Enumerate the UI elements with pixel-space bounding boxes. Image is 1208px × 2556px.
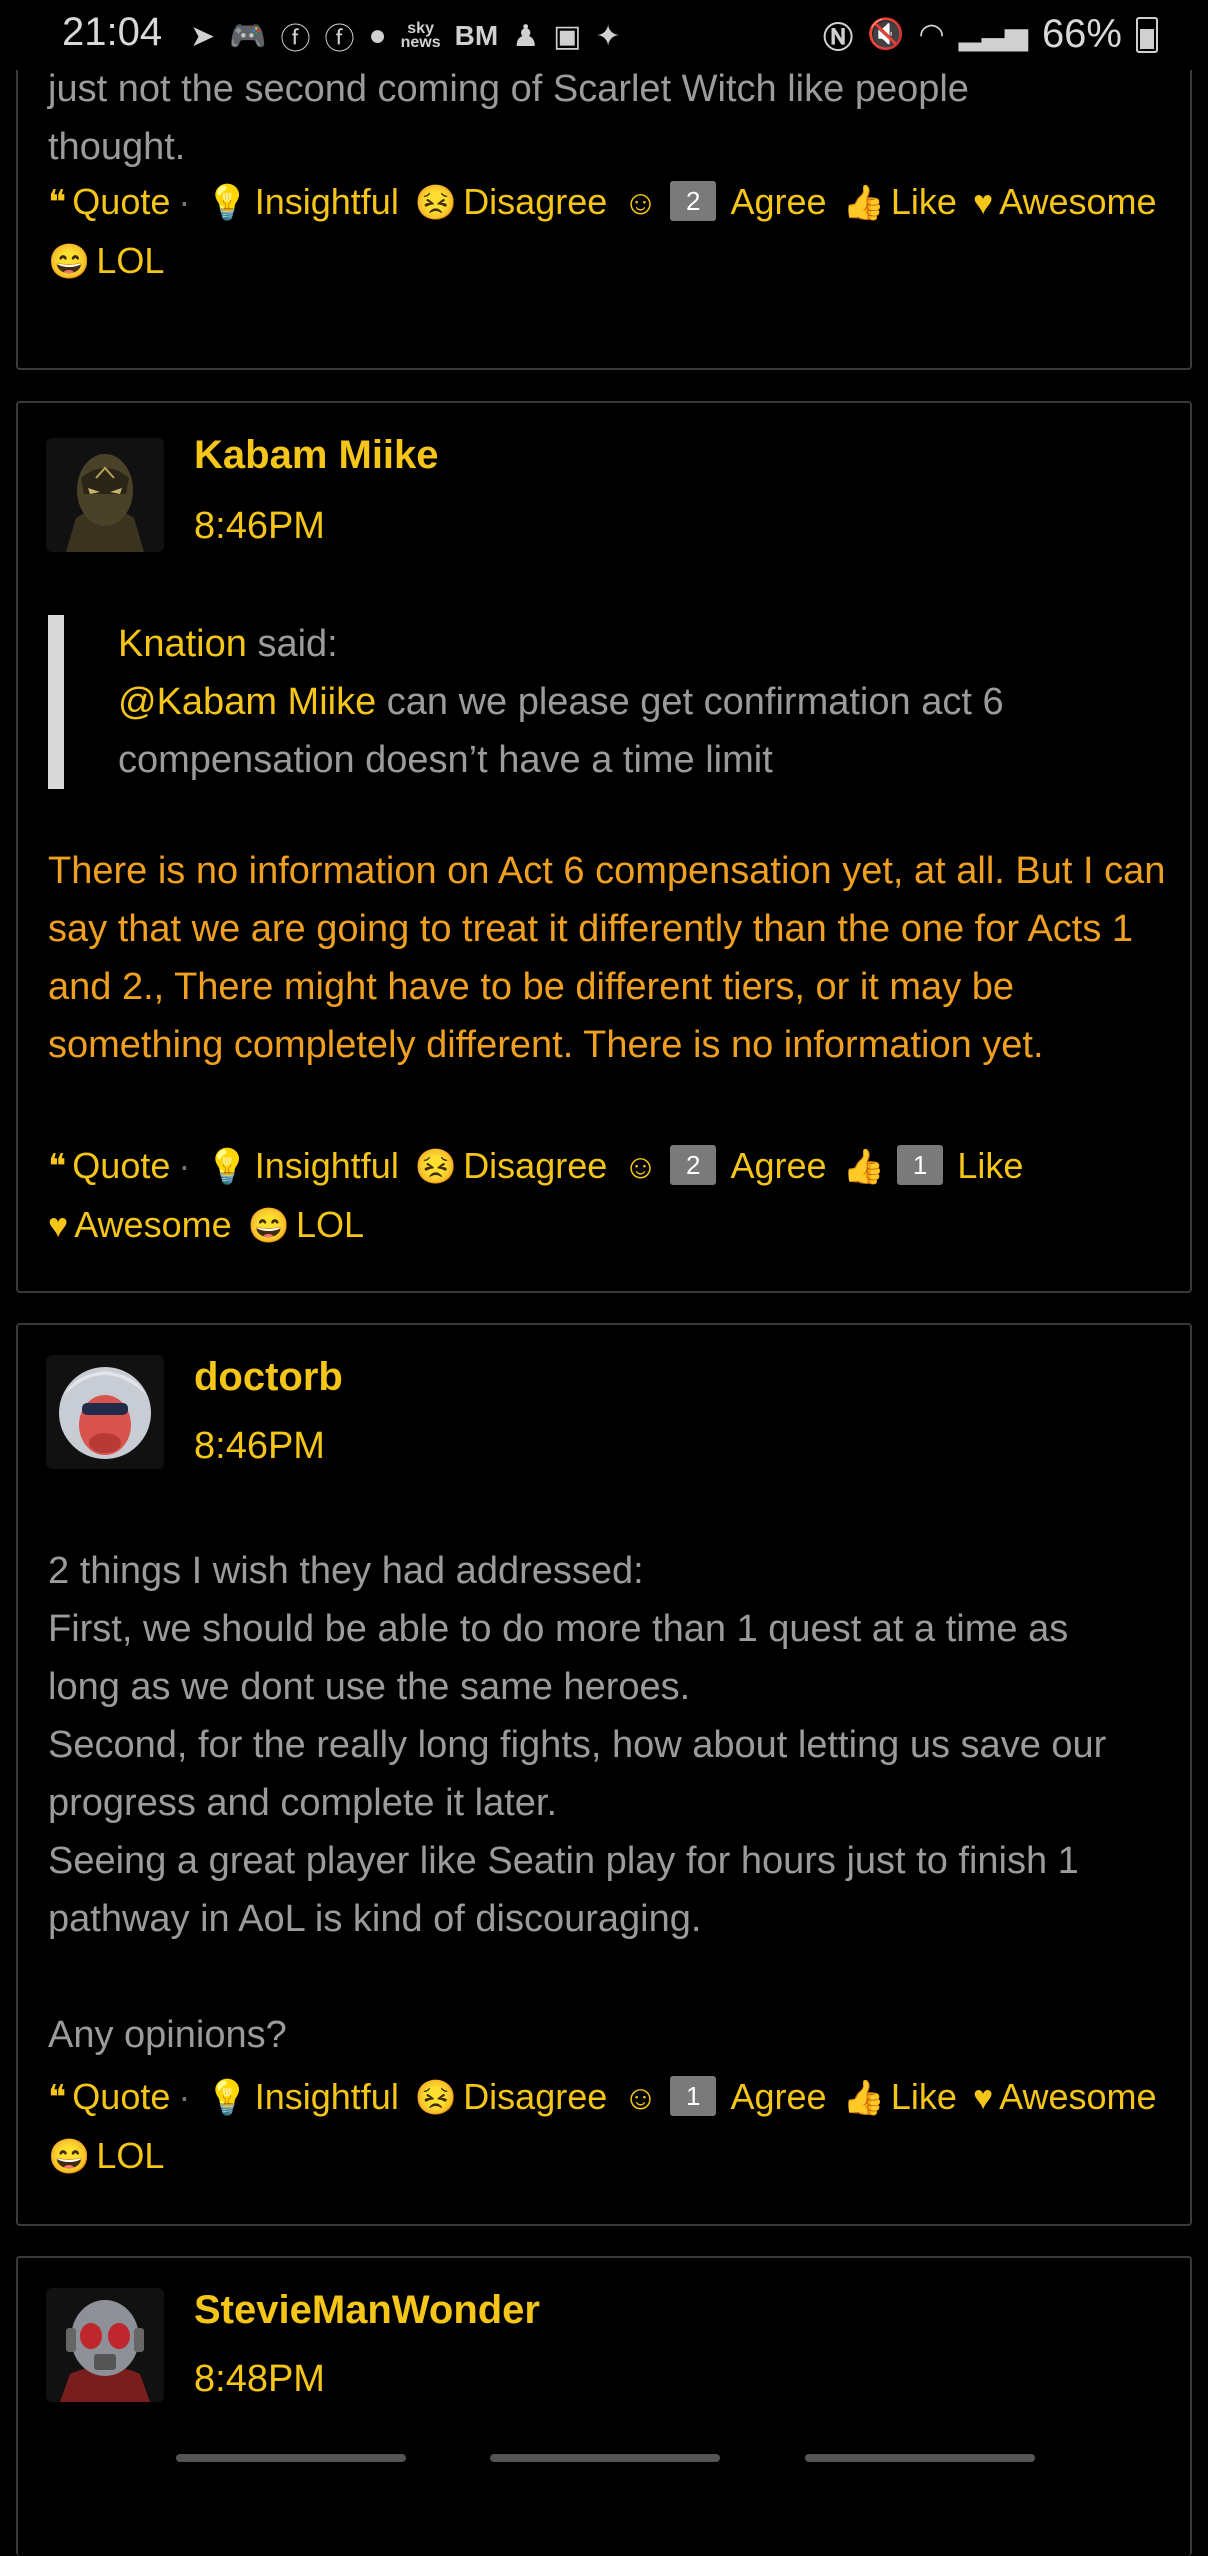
- smiley-icon: ☺: [623, 184, 658, 222]
- angry-face-icon: 😣: [414, 184, 458, 222]
- thumbs-up-icon: 👍: [842, 184, 885, 222]
- agree-count-badge: 1: [670, 2076, 717, 2117]
- avatar[interactable]: [46, 438, 164, 552]
- avatar[interactable]: [46, 1355, 164, 1469]
- disagree-button[interactable]: 😣 Disagree: [415, 173, 607, 232]
- quote-button[interactable]: ❝ Quote: [48, 173, 170, 232]
- like-button[interactable]: 👍 1 Like: [843, 1137, 1024, 1196]
- blockquote: Knation said: @Kabam Miike can we please…: [48, 615, 1158, 789]
- sky-news-icon: sky news: [400, 20, 441, 51]
- insightful-button[interactable]: 💡 Insightful: [206, 173, 398, 232]
- game-icon: 🎮: [229, 19, 267, 53]
- wifi-icon: ◠: [918, 18, 945, 51]
- agree-count-badge: 2: [670, 181, 717, 222]
- nfc-icon: Ⓝ: [823, 21, 854, 55]
- system-icons: Ⓝ 🔇 ◠ ▂▃▅ 66%: [823, 12, 1158, 57]
- status-bar: 21:04 ➤ 🎮 ⓕ ⓕ ● sky news BM ♟ ▣ ✦ Ⓝ 🔇 ◠ …: [0, 0, 1208, 70]
- avatar-image: [46, 1355, 164, 1469]
- lightbulb-icon: 💡: [206, 184, 249, 222]
- mute-icon: 🔇: [867, 18, 905, 51]
- reaction-bar: ❝ Quote · 💡 Insightful 😣 Disagree ☺ 2 Agree 👍 L…: [48, 173, 1168, 291]
- laughing-face-icon: 😄: [48, 243, 91, 281]
- heart-icon: ♥: [48, 1207, 69, 1245]
- reddit-icon: ●: [368, 19, 387, 52]
- heart-icon: ♥: [972, 2079, 994, 2117]
- avatar-image: [46, 438, 164, 552]
- navigation-bar: [0, 2438, 1208, 2483]
- angry-face-icon: 😣: [414, 2079, 458, 2117]
- post-card: doctorb 8:46PM 2 things I wish they had …: [16, 1323, 1192, 2226]
- insightful-button[interactable]: 💡 Insightful: [206, 1137, 398, 1196]
- separator: ·: [178, 2076, 191, 2117]
- facebook-icon: ⓕ: [324, 23, 355, 56]
- notification-icons: ➤ 🎮 ⓕ ⓕ ● sky news BM ♟ ▣ ✦: [190, 14, 621, 58]
- bm-icon: BM: [454, 20, 499, 51]
- username[interactable]: Kabam Miike: [194, 433, 439, 478]
- username[interactable]: StevieManWonder: [194, 2288, 540, 2333]
- post-timestamp[interactable]: 8:48PM: [194, 2358, 325, 2401]
- heart-icon: ♥: [972, 184, 994, 222]
- disagree-button[interactable]: 😣 Disagree: [415, 1137, 607, 1196]
- laughing-face-icon: 😄: [48, 2138, 91, 2176]
- telegram-icon: ➤: [190, 19, 216, 53]
- like-count-badge: 1: [896, 1145, 944, 1186]
- smiley-icon: ☺: [623, 1148, 658, 1186]
- quote-icon: ❝: [48, 184, 67, 222]
- like-button[interactable]: 👍 Like: [843, 2068, 957, 2127]
- smiley-icon: ☺: [623, 2079, 658, 2117]
- avatar[interactable]: [46, 2288, 164, 2402]
- facebook-icon: ⓕ: [280, 23, 311, 56]
- figure-icon: ♟: [512, 19, 540, 53]
- gallery-icon: ▣: [553, 19, 582, 53]
- status-time: 21:04: [62, 10, 163, 54]
- awesome-button[interactable]: ♥ Awesome: [973, 2068, 1157, 2127]
- battery-percent: 66%: [1041, 12, 1122, 56]
- quote-author-link[interactable]: Knation: [118, 623, 247, 665]
- agree-button[interactable]: ☺ 2 Agree: [623, 1137, 826, 1196]
- mention-link[interactable]: @Kabam Miike: [118, 681, 376, 723]
- laughing-face-icon: 😄: [247, 1207, 290, 1245]
- post-timestamp[interactable]: 8:46PM: [194, 505, 325, 548]
- disagree-button[interactable]: 😣 Disagree: [415, 2068, 607, 2127]
- post-timestamp[interactable]: 8:46PM: [194, 1425, 325, 1468]
- separator: ·: [178, 181, 191, 222]
- battery-icon: [1136, 16, 1158, 53]
- quote-header: Knation said:: [118, 623, 338, 665]
- lightbulb-icon: 💡: [206, 2079, 249, 2117]
- quote-icon: ❝: [48, 2079, 67, 2117]
- quote-icon: ❝: [48, 1148, 67, 1186]
- thumbs-up-icon: 👍: [842, 2079, 885, 2117]
- signal-icon: ▂▃▅: [958, 18, 1028, 51]
- lol-button[interactable]: 😄 LOL: [248, 1196, 364, 1255]
- avatar-image: [46, 2288, 164, 2402]
- awesome-button[interactable]: ♥ Awesome: [973, 173, 1157, 232]
- quote-button[interactable]: ❝ Quote: [48, 1137, 170, 1196]
- quote-button[interactable]: ❝ Quote: [48, 2068, 170, 2127]
- separator: ·: [178, 1145, 191, 1186]
- agree-button[interactable]: ☺ 1 Agree: [623, 2068, 826, 2127]
- nav-home-indicator[interactable]: [490, 2454, 720, 2462]
- nav-back-indicator[interactable]: [176, 2454, 406, 2462]
- like-button[interactable]: 👍 Like: [843, 173, 957, 232]
- thumbs-up-icon: 👍: [842, 1148, 885, 1186]
- post-card: Kabam Miike 8:46PM Knation said: @Kabam …: [16, 401, 1192, 1293]
- lol-button[interactable]: 😄 LOL: [48, 2127, 164, 2186]
- angry-face-icon: 😣: [414, 1148, 458, 1186]
- quote-body: @Kabam Miike can we please get confirmat…: [118, 681, 1004, 781]
- post-body: 2 things I wish they had addressed: Firs…: [48, 1550, 1107, 2056]
- post-body: There is no information on Act 6 compens…: [48, 850, 1166, 1066]
- agree-count-badge: 2: [670, 1145, 717, 1186]
- insightful-button[interactable]: 💡 Insightful: [206, 2068, 398, 2127]
- nav-recents-indicator[interactable]: [805, 2454, 1035, 2462]
- reaction-bar: ❝ Quote · 💡 Insightful 😣 Disagree ☺ 2 Agree 👍 1…: [48, 1137, 1178, 1255]
- reaction-bar: ❝ Quote · 💡 Insightful 😣 Disagree ☺ 1 Agree 👍 L…: [48, 2068, 1178, 2186]
- twitter-icon: ✦: [595, 19, 621, 53]
- lightbulb-icon: 💡: [206, 1148, 249, 1186]
- awesome-button[interactable]: ♥ Awesome: [48, 1196, 232, 1255]
- lol-button[interactable]: 😄 LOL: [48, 232, 164, 291]
- post-card: StevieManWonder 8:48PM: [16, 2256, 1192, 2556]
- username[interactable]: doctorb: [194, 1355, 343, 1400]
- agree-button[interactable]: ☺ 2 Agree: [623, 173, 826, 232]
